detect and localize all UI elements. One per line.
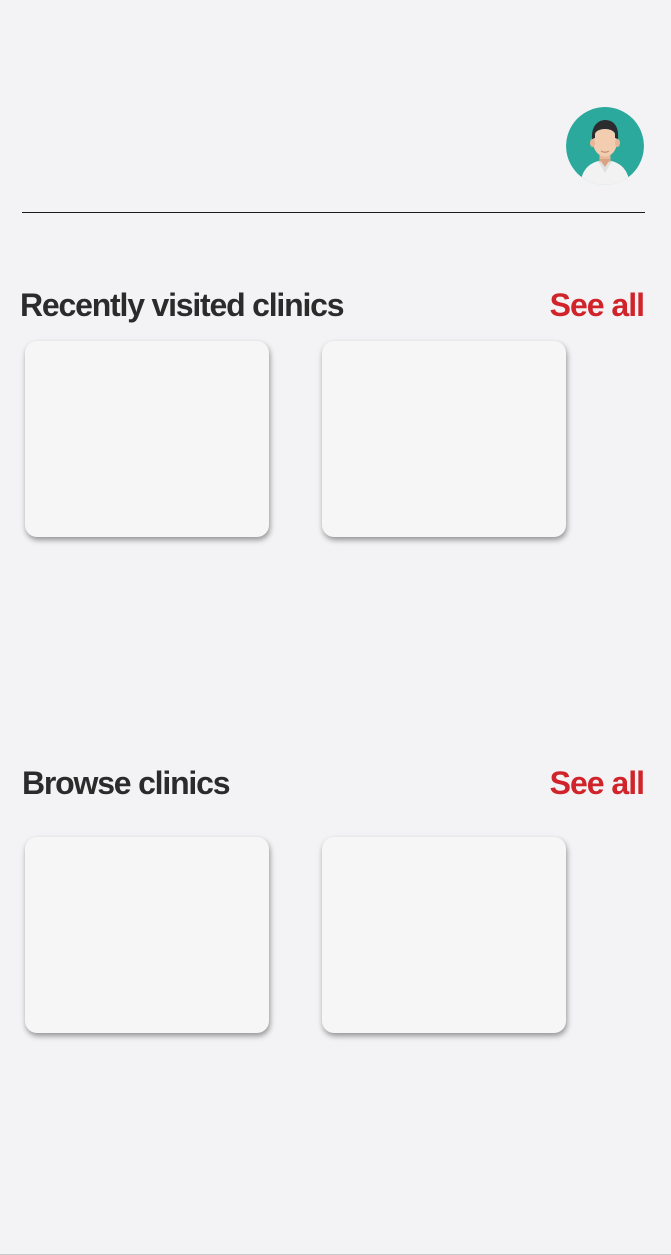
- browse-clinics-title: Browse clinics: [22, 765, 230, 801]
- user-avatar-icon: [566, 107, 644, 185]
- browse-clinic-card[interactable]: [25, 837, 269, 1033]
- user-avatar[interactable]: [566, 107, 644, 185]
- recent-clinic-card[interactable]: [25, 341, 269, 537]
- recently-visited-see-all-link[interactable]: See all: [550, 289, 645, 321]
- browse-clinics-see-all-link[interactable]: See all: [550, 767, 645, 799]
- recently-visited-clinics-title: Recently visited clinics: [20, 287, 345, 323]
- recent-clinic-card[interactable]: [322, 341, 566, 537]
- browse-clinic-card[interactable]: [322, 837, 566, 1033]
- header-divider: [22, 212, 645, 213]
